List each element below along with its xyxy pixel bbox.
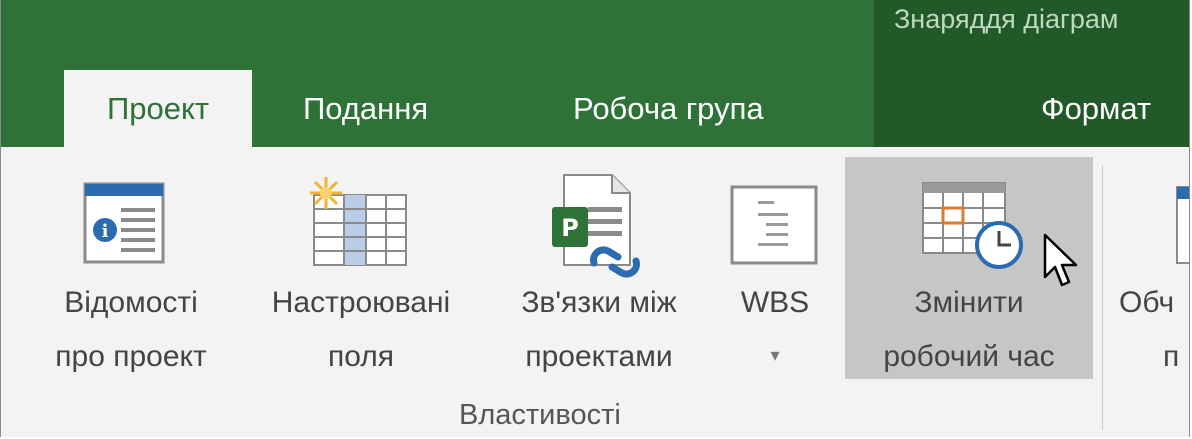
group-separator [1102, 165, 1103, 430]
properties-group-label: Властивості [459, 399, 621, 431]
custom-fields-label-1: Настроювані [271, 286, 451, 319]
links-between-projects-icon: P [552, 174, 640, 278]
ribbon-tab-bar: Знаряддя діаграм Проект Подання Робоча г… [1, 0, 1189, 147]
custom-fields-button[interactable]: Настроювані поля [244, 157, 478, 379]
wbs-button[interactable]: WBS ▾ [716, 157, 834, 379]
ribbon-panel: i Відомості про проект Настроювані поля … [1, 147, 1189, 437]
ribbon-window: Знаряддя діаграм Проект Подання Робоча г… [0, 0, 1190, 437]
links-between-projects-label-2: проектами [525, 340, 673, 373]
calculate-project-icon [1176, 186, 1189, 264]
calculate-project-label-2: п [1163, 340, 1180, 373]
change-working-time-label-2: робочий час [883, 340, 1055, 373]
wbs-icon [730, 185, 818, 265]
project-information-label-2: про проект [55, 340, 207, 373]
svg-text:i: i [102, 221, 109, 242]
tab-format[interactable]: Формат [1041, 70, 1151, 147]
links-between-projects-button[interactable]: P Зв'язки між проектами [488, 157, 710, 379]
custom-fields-icon [310, 177, 407, 266]
tab-view[interactable]: Подання [303, 70, 428, 147]
tab-team[interactable]: Робоча група [573, 70, 764, 147]
project-information-button[interactable]: i Відомості про проект [41, 157, 221, 379]
custom-fields-label-2: поля [327, 340, 395, 373]
change-working-time-button[interactable]: Змінити робочий час [845, 157, 1093, 379]
wbs-dropdown-arrow-icon[interactable]: ▾ [716, 345, 834, 366]
tab-project[interactable]: Проект [64, 70, 252, 147]
svg-text:P: P [561, 214, 579, 242]
contextual-tab-group-title: Знаряддя діаграм [894, 4, 1119, 34]
links-between-projects-label-1: Зв'язки між [521, 286, 677, 319]
project-information-label-1: Відомості [64, 286, 198, 319]
calculate-project-button[interactable]: Обч п [1113, 157, 1189, 379]
wbs-label: WBS [740, 286, 810, 319]
change-working-time-label-1: Змінити [914, 286, 1024, 319]
project-info-icon: i [83, 182, 165, 264]
calculate-project-label-1: Обч [1119, 286, 1175, 319]
mouse-cursor-icon [1043, 233, 1078, 287]
change-working-time-icon [922, 182, 1023, 269]
